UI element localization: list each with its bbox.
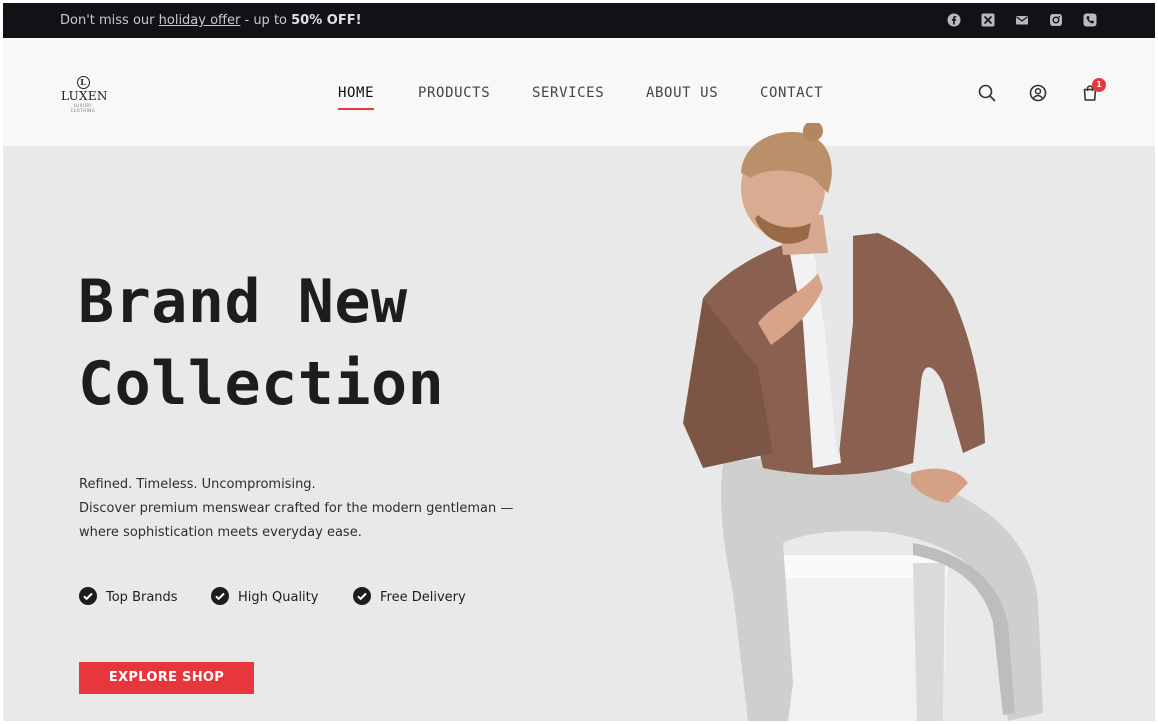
- offer-text: Don't miss our holiday offer - up to 50%…: [60, 13, 362, 28]
- nav-contact[interactable]: CONTACT: [760, 84, 823, 102]
- explore-shop-button[interactable]: EXPLORE SHOP: [79, 662, 254, 694]
- hero-title-line-2: Collection: [78, 349, 445, 419]
- check-circle-icon: [353, 587, 371, 605]
- user-icon[interactable]: [1028, 83, 1048, 103]
- offer-prefix: Don't miss our: [60, 13, 159, 28]
- holiday-offer-link[interactable]: holiday offer: [159, 13, 241, 28]
- logo-wordmark: LUXEN: [61, 89, 108, 103]
- hero-tagline: Refined. Timeless. Uncompromising.: [79, 477, 316, 492]
- social-links: [947, 13, 1097, 27]
- brand-logo[interactable]: L LUXEN LUXURY CLOTHING: [61, 76, 108, 113]
- announcement-bar: Don't miss our holiday offer - up to 50%…: [3, 3, 1155, 38]
- facebook-icon[interactable]: [947, 13, 961, 27]
- logo-mark: L: [76, 76, 90, 89]
- feature-label: Free Delivery: [380, 590, 466, 605]
- check-circle-icon: [211, 587, 229, 605]
- hero-desc-line-2: Discover premium menswear crafted for th…: [79, 501, 514, 516]
- search-icon[interactable]: [977, 83, 997, 103]
- offer-highlight: 50% OFF!: [291, 13, 362, 28]
- hero-title-line-1: Brand New: [78, 267, 408, 337]
- nav-products[interactable]: PRODUCTS: [418, 84, 490, 102]
- cart-count-badge: 1: [1092, 78, 1106, 92]
- x-icon[interactable]: [981, 13, 995, 27]
- hero-desc-line-3: where sophistication meets everyday ease…: [79, 525, 362, 540]
- hero-title: Brand New Collection: [78, 261, 444, 425]
- check-circle-icon: [79, 587, 97, 605]
- feature-item: Free Delivery: [353, 587, 466, 608]
- logo-tagline: LUXURY CLOTHING: [70, 103, 96, 113]
- page: Don't miss our holiday offer - up to 50%…: [3, 3, 1155, 721]
- nav-home[interactable]: HOME: [338, 84, 375, 110]
- mail-icon[interactable]: [1015, 13, 1029, 27]
- feature-item: High Quality: [211, 587, 318, 608]
- feature-item: Top Brands: [79, 587, 178, 608]
- feature-label: Top Brands: [106, 590, 178, 605]
- hero-description: Refined. Timeless. Uncompromising. Disco…: [79, 473, 513, 545]
- hero-model-image: [683, 123, 1043, 721]
- phone-icon[interactable]: [1083, 13, 1097, 27]
- nav-about-us[interactable]: ABOUT US: [646, 84, 718, 102]
- offer-middle: - up to: [240, 13, 292, 28]
- nav-services[interactable]: SERVICES: [532, 84, 604, 102]
- instagram-icon[interactable]: [1049, 13, 1063, 27]
- feature-label: High Quality: [238, 590, 319, 605]
